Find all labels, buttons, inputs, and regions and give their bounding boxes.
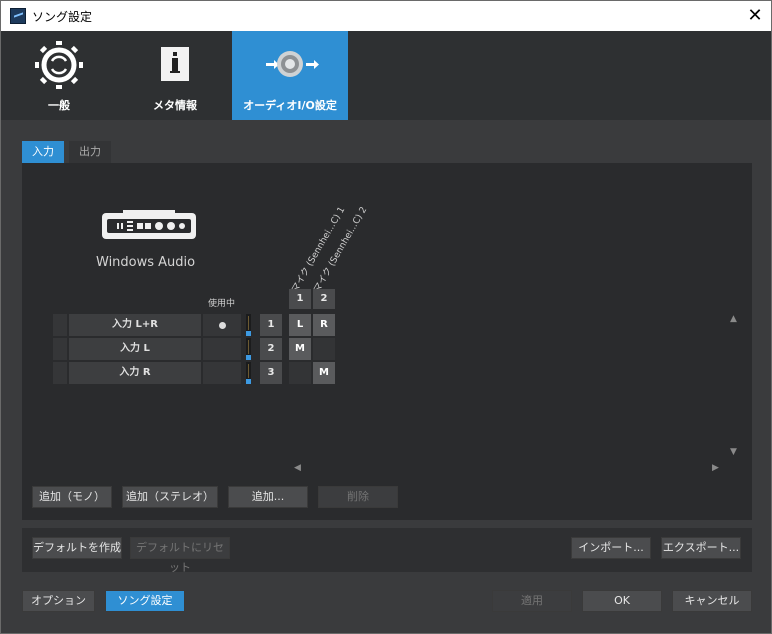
- tab-audio-io-label: オーディオI/O設定: [243, 99, 337, 112]
- tab-general-label: 一般: [48, 99, 70, 112]
- routing-cell[interactable]: M: [313, 362, 335, 384]
- audio-interface-icon: [101, 209, 197, 244]
- delete-button[interactable]: 削除: [318, 486, 398, 508]
- audio-io-icon: [232, 41, 348, 93]
- channel-number: 1: [260, 314, 282, 336]
- channel-number: 3: [260, 362, 282, 384]
- tab-general[interactable]: 一般: [1, 31, 117, 120]
- in-use-cell: [203, 362, 241, 384]
- row-select-handle[interactable]: [53, 314, 67, 336]
- app-icon: [10, 8, 26, 24]
- row-label[interactable]: 入力 L: [69, 338, 201, 360]
- scroll-down-arrow[interactable]: ▼: [730, 447, 737, 457]
- add-button[interactable]: 追加...: [228, 486, 308, 508]
- column-number-1: 1: [289, 289, 311, 309]
- routing-cell[interactable]: [289, 362, 311, 384]
- in-use-indicator: [219, 322, 226, 329]
- routing-cell[interactable]: L: [289, 314, 311, 336]
- info-document-icon: [117, 41, 233, 93]
- tab-audio-io-settings[interactable]: オーディオI/O設定: [232, 31, 348, 120]
- in-use-cell: [203, 314, 241, 336]
- column-number-2: 2: [313, 289, 335, 309]
- channel-number: 2: [260, 338, 282, 360]
- in-use-cell: [203, 338, 241, 360]
- scroll-right-arrow[interactable]: ▶: [712, 463, 719, 473]
- add-stereo-button[interactable]: 追加（ステレオ）: [122, 486, 218, 508]
- input-routing-panel: Windows Audio マイク (Sennhei...C) 1 マイク (S…: [22, 163, 752, 520]
- tab-output[interactable]: 出力: [69, 141, 111, 163]
- in-use-header: 使用中: [208, 299, 236, 309]
- main-tab-bar: 一般 メタ情報 オーディオI/O設定: [1, 31, 771, 120]
- input-level-meter: [246, 362, 251, 384]
- settings-content: 入力 出力 Windows Audio マイク (Sennhei...C) 1 …: [1, 120, 771, 633]
- gear-cycle-icon: [1, 41, 117, 93]
- device-name: Windows Audio: [96, 255, 196, 270]
- tab-meta-info-label: メタ情報: [153, 99, 197, 112]
- apply-button[interactable]: 適用: [492, 590, 572, 612]
- row-label[interactable]: 入力 L+R: [69, 314, 201, 336]
- tab-meta-info[interactable]: メタ情報: [117, 31, 233, 120]
- tab-input[interactable]: 入力: [22, 141, 64, 163]
- routing-cell[interactable]: M: [289, 338, 311, 360]
- scroll-left-arrow[interactable]: ◀: [294, 463, 301, 473]
- song-settings-button[interactable]: ソング設定: [105, 590, 185, 612]
- export-button[interactable]: エクスポート...: [661, 537, 741, 559]
- close-button[interactable]: ✕: [743, 4, 767, 28]
- row-label[interactable]: 入力 R: [69, 362, 201, 384]
- window-title: ソング設定: [32, 10, 93, 24]
- scroll-up-arrow[interactable]: ▲: [730, 314, 737, 324]
- row-select-handle[interactable]: [53, 338, 67, 360]
- ok-button[interactable]: OK: [582, 590, 662, 612]
- song-settings-dialog: ソング設定 ✕ 一般 メタ情報 オーディオI/O設定 入力 出力 Windows…: [0, 0, 772, 634]
- input-level-meter: [246, 338, 251, 360]
- options-button[interactable]: オプション: [22, 590, 95, 612]
- routing-cell[interactable]: [313, 338, 335, 360]
- make-default-button[interactable]: デフォルトを作成: [32, 537, 122, 559]
- preset-bar: デフォルトを作成 デフォルトにリセット インポート... エクスポート...: [22, 528, 752, 574]
- add-mono-button[interactable]: 追加（モノ）: [32, 486, 112, 508]
- input-level-meter: [246, 314, 251, 336]
- cancel-button[interactable]: キャンセル: [672, 590, 752, 612]
- title-bar: ソング設定 ✕: [1, 1, 771, 31]
- routing-cell[interactable]: R: [313, 314, 335, 336]
- import-button[interactable]: インポート...: [571, 537, 651, 559]
- row-select-handle[interactable]: [53, 362, 67, 384]
- reset-default-button[interactable]: デフォルトにリセット: [130, 537, 230, 574]
